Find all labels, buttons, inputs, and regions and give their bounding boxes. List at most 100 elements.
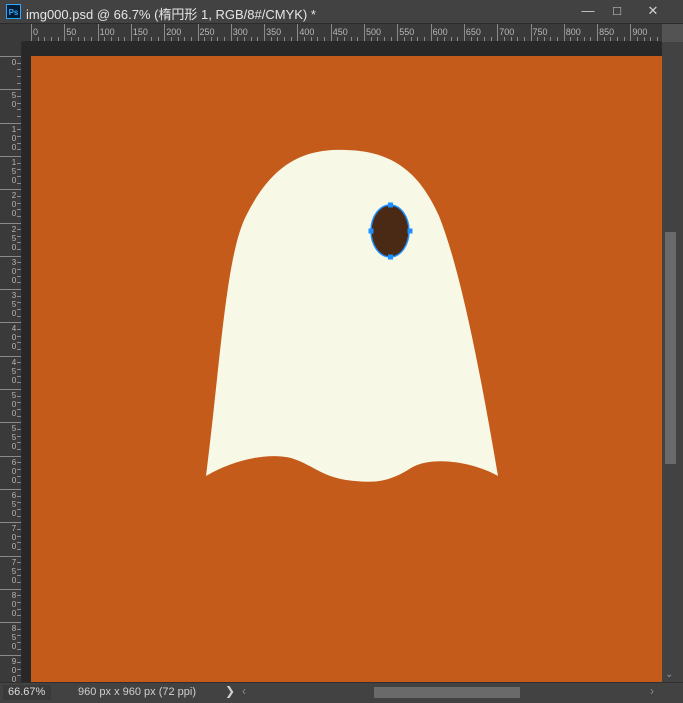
handle-bottom[interactable] bbox=[388, 254, 393, 260]
document-canvas[interactable] bbox=[31, 56, 662, 682]
ruler-tick bbox=[0, 622, 21, 624]
ruler-minor-tick bbox=[570, 37, 572, 41]
vertical-ruler[interactable]: 0 50 100 150 200 250 300 350 400 450 500 550 600 650 7… bbox=[0, 42, 22, 682]
ruler-label: 750 bbox=[11, 557, 17, 585]
ruler-tick bbox=[397, 24, 399, 41]
ruler-tick bbox=[563, 24, 565, 41]
scroll-right-icon[interactable]: › bbox=[650, 684, 654, 698]
ruler-tick bbox=[0, 56, 21, 57]
ruler-minor-tick bbox=[390, 37, 392, 41]
ruler-minor-tick bbox=[503, 37, 505, 41]
photoshop-app-icon: Ps bbox=[6, 4, 21, 19]
ruler-label: 650 bbox=[11, 490, 17, 518]
ruler-minor-tick bbox=[437, 37, 439, 41]
ruler-minor-tick bbox=[457, 37, 459, 41]
ruler-label: 100 bbox=[99, 27, 115, 37]
ruler-minor-tick bbox=[350, 37, 352, 41]
ruler-minor-tick bbox=[383, 37, 385, 41]
ruler-tick bbox=[0, 255, 21, 257]
horizontal-scrollbar[interactable]: ‹ › bbox=[238, 683, 662, 703]
handle-top[interactable] bbox=[388, 202, 393, 208]
ruler-minor-tick bbox=[317, 37, 319, 41]
ruler-minor-tick bbox=[470, 37, 472, 41]
ruler-label: 150 bbox=[11, 157, 17, 185]
ruler-label: 450 bbox=[332, 27, 348, 37]
scroll-down-icon[interactable]: ⌄ bbox=[665, 669, 673, 680]
document-info[interactable]: 960 px x 960 px (72 ppi) bbox=[78, 685, 196, 700]
ruler-minor-tick bbox=[450, 37, 452, 41]
ruler-tick bbox=[197, 24, 199, 41]
horizontal-scroll-thumb[interactable] bbox=[374, 687, 520, 698]
ruler-minor-tick bbox=[617, 37, 619, 41]
ruler-minor-tick bbox=[610, 37, 612, 41]
zoom-level-field[interactable]: 66.67% bbox=[3, 685, 51, 700]
status-bar: 66.67% 960 px x 960 px (72 ppi) ❯ ‹ › bbox=[0, 682, 683, 703]
ruler-label: 350 bbox=[11, 291, 17, 319]
close-button[interactable]: ✕ bbox=[636, 1, 670, 21]
handle-right[interactable] bbox=[407, 228, 413, 234]
ruler-minor-tick bbox=[284, 37, 286, 41]
horizontal-ruler[interactable]: 0 50 100 150 200 250 300 350 400 450 500 550 600 650 7… bbox=[22, 24, 662, 42]
ruler-minor-tick bbox=[650, 37, 652, 41]
ruler-minor-tick bbox=[483, 37, 485, 41]
ruler-label: 700 bbox=[11, 524, 17, 552]
ruler-label: 800 bbox=[565, 27, 581, 37]
vertical-scroll-thumb[interactable] bbox=[665, 232, 676, 464]
ruler-tick bbox=[0, 155, 21, 157]
ruler-minor-tick bbox=[224, 37, 226, 41]
ruler-tick bbox=[0, 189, 21, 191]
ruler-label: 100 bbox=[11, 124, 17, 152]
ruler-minor-tick bbox=[184, 37, 186, 41]
ruler-minor-tick bbox=[477, 37, 479, 41]
ghost-eye-ellipse[interactable] bbox=[370, 204, 410, 258]
ruler-tick bbox=[0, 588, 21, 590]
ruler-tick bbox=[0, 455, 21, 457]
document-tab-title[interactable]: img000.psd @ 66.7% (楕円形 1, RGB/8#/CMYK) … bbox=[26, 4, 316, 23]
ruler-label: 200 bbox=[166, 27, 182, 37]
handle-left[interactable] bbox=[368, 228, 374, 234]
ruler-minor-tick bbox=[637, 37, 639, 41]
ruler-label: 500 bbox=[11, 391, 17, 418]
maximize-button[interactable]: □ bbox=[603, 1, 631, 21]
ruler-minor-tick bbox=[377, 37, 379, 41]
ruler-tick bbox=[164, 24, 166, 41]
status-menu-arrow-icon[interactable]: ❯ bbox=[225, 684, 235, 698]
vertical-scrollbar[interactable]: ⌄ bbox=[662, 42, 683, 682]
ruler-minor-tick bbox=[204, 37, 206, 41]
ruler-minor-tick bbox=[217, 37, 219, 41]
minimize-button[interactable]: — bbox=[574, 1, 602, 21]
ruler-tick bbox=[0, 422, 21, 424]
ruler-minor-tick bbox=[57, 37, 59, 41]
minimize-icon: — bbox=[581, 3, 595, 18]
ruler-minor-tick bbox=[423, 37, 425, 41]
ruler-minor-tick bbox=[603, 37, 605, 41]
ruler-origin-corner[interactable] bbox=[0, 24, 22, 42]
ruler-minor-tick bbox=[84, 37, 86, 41]
ruler-label: 850 bbox=[11, 624, 17, 652]
ruler-tick bbox=[0, 89, 21, 91]
ruler-tick bbox=[0, 355, 21, 357]
ruler-label: 50 bbox=[11, 91, 17, 110]
ruler-minor-tick bbox=[590, 37, 592, 41]
close-icon: ✕ bbox=[647, 3, 659, 18]
ruler-label: 200 bbox=[11, 191, 17, 219]
ruler-minor-tick bbox=[17, 82, 21, 84]
ruler-minor-tick bbox=[137, 37, 139, 41]
ruler-minor-tick bbox=[44, 37, 46, 41]
ruler-minor-tick bbox=[157, 37, 159, 41]
ruler-tick bbox=[31, 24, 32, 41]
ruler-tick bbox=[297, 24, 299, 41]
ruler-tick bbox=[497, 24, 499, 41]
scroll-left-icon[interactable]: ‹ bbox=[242, 684, 246, 698]
ruler-label: 400 bbox=[299, 27, 315, 37]
ruler-minor-tick bbox=[210, 37, 212, 41]
ruler-tick bbox=[64, 24, 66, 41]
ruler-minor-tick bbox=[124, 37, 126, 41]
ruler-minor-tick bbox=[17, 109, 21, 111]
ruler-label: 350 bbox=[266, 27, 282, 37]
ruler-minor-tick bbox=[643, 37, 645, 41]
ruler-label: 50 bbox=[66, 27, 77, 37]
ruler-tick bbox=[0, 389, 21, 390]
ruler-minor-tick bbox=[257, 37, 259, 41]
ruler-tick bbox=[0, 522, 21, 524]
